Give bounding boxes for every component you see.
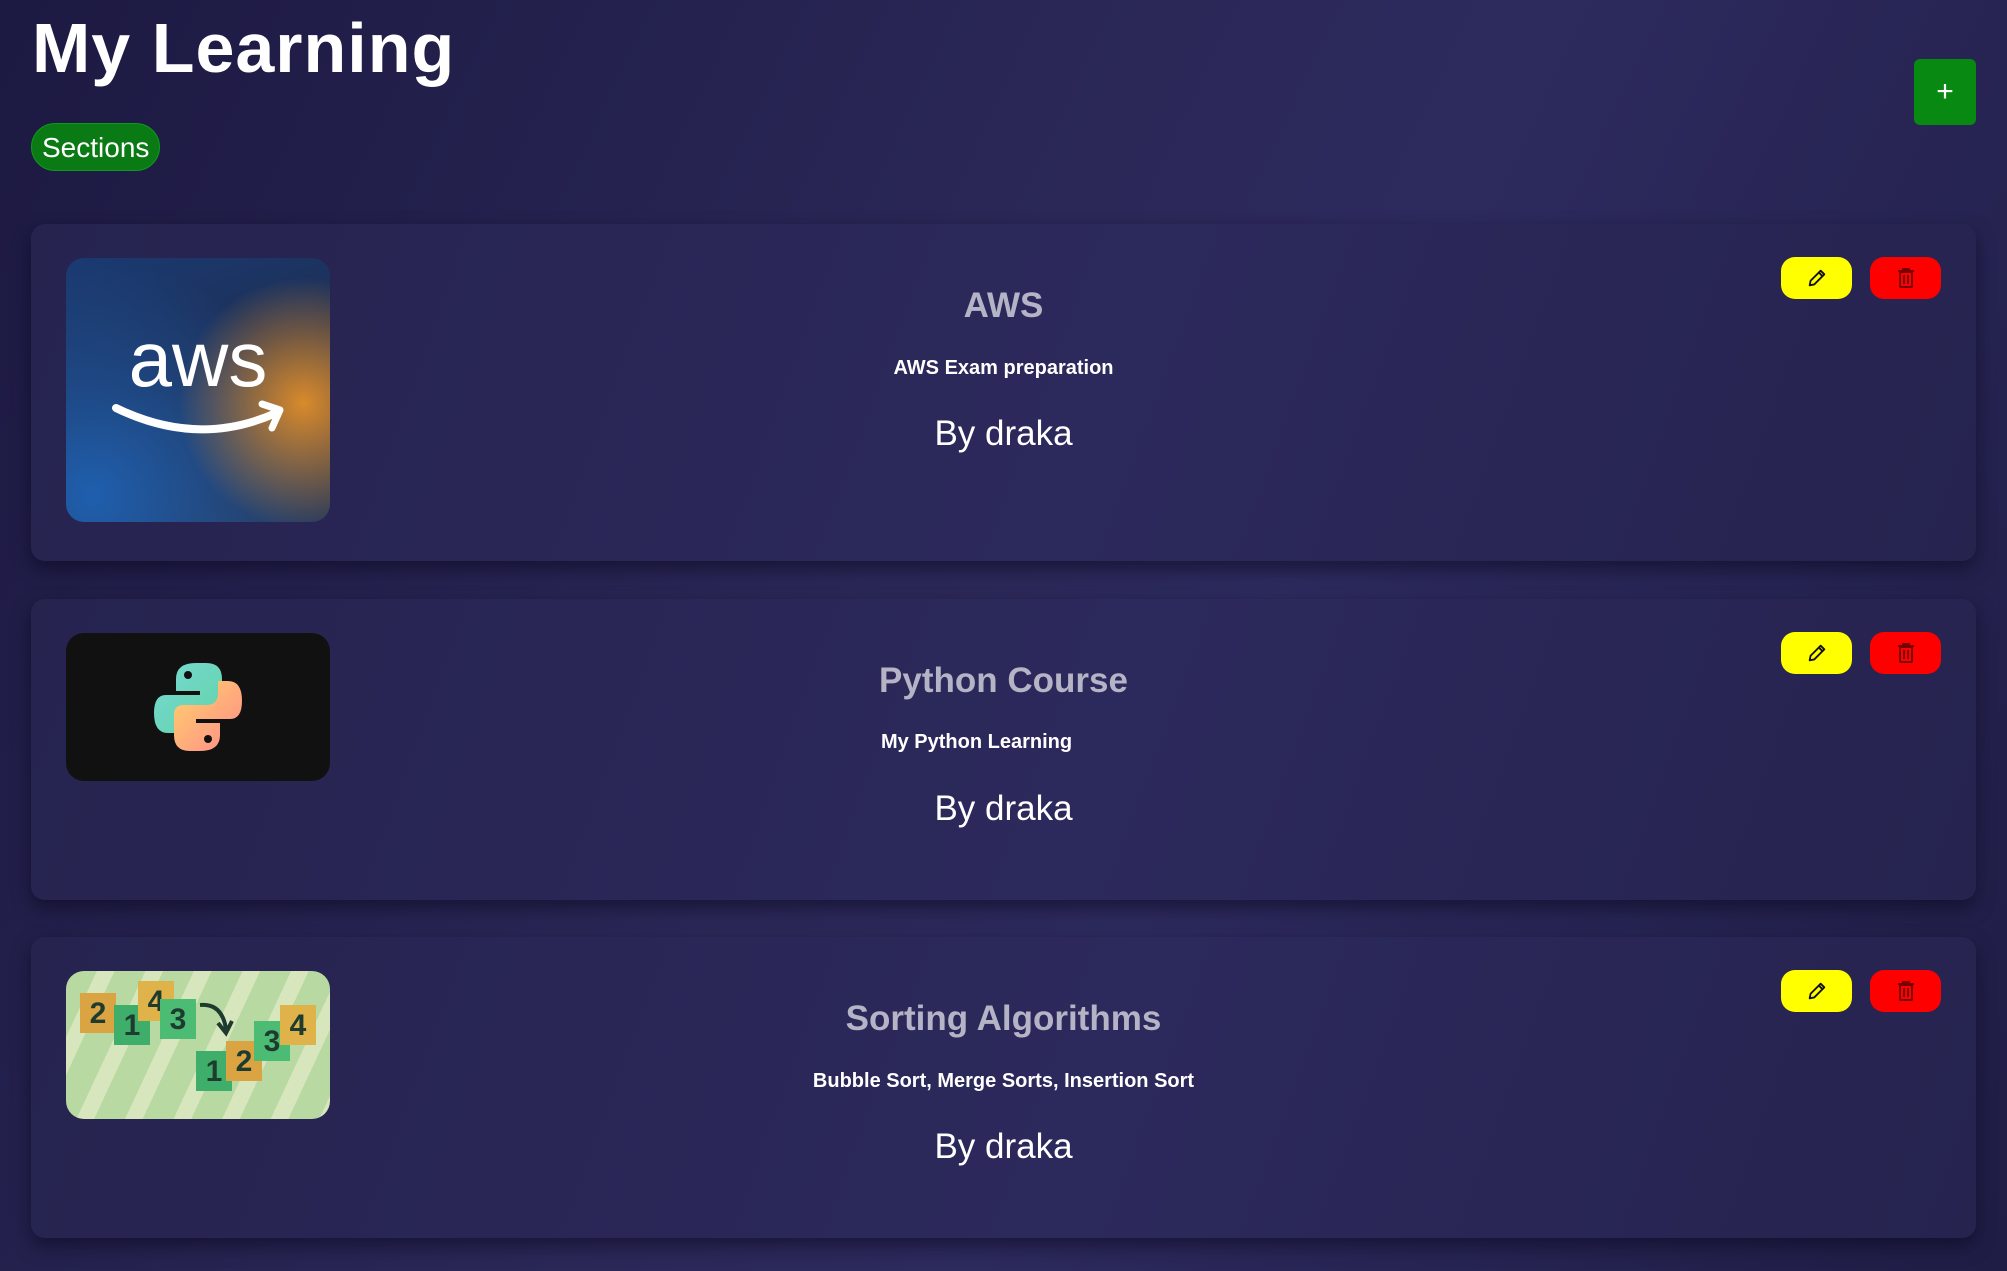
edit-button[interactable]	[1781, 257, 1852, 299]
course-thumbnail: 2 1 4 3 1 2 3 4	[66, 971, 330, 1119]
trash-icon	[1897, 981, 1914, 1001]
sections-button[interactable]: Sections	[31, 123, 161, 171]
edit-button[interactable]	[1781, 970, 1852, 1012]
delete-button[interactable]	[1870, 632, 1941, 674]
trash-icon	[1897, 643, 1914, 663]
trash-icon	[1897, 268, 1914, 288]
pencil-icon	[1808, 269, 1825, 287]
delete-button[interactable]	[1870, 257, 1941, 299]
course-title: AWS	[963, 286, 1044, 325]
course-description: Bubble Sort, Merge Sorts, Insertion Sort	[812, 1070, 1195, 1092]
python-logo-icon	[154, 663, 242, 751]
course-card-python[interactable]: Python Course My Python Learning By drak…	[31, 599, 1976, 900]
sorting-blocks-icon: 2 1 4 3 1 2 3 4	[80, 981, 316, 1091]
edit-button[interactable]	[1781, 632, 1852, 674]
course-title: Sorting Algorithms	[845, 999, 1162, 1038]
course-author: By draka	[934, 1127, 1073, 1166]
course-description: AWS Exam preparation	[893, 357, 1114, 379]
pencil-icon	[1808, 982, 1825, 1000]
add-course-button[interactable]: +	[1914, 59, 1976, 125]
course-description: My Python Learning	[880, 731, 1073, 753]
pencil-icon	[1808, 644, 1825, 662]
course-author: By draka	[934, 414, 1073, 453]
course-thumbnail	[66, 633, 330, 781]
course-card-sorting[interactable]: 2 1 4 3 1 2 3 4 Sorting Algorithms Bubbl…	[31, 937, 1976, 1238]
delete-button[interactable]	[1870, 970, 1941, 1012]
course-card-aws[interactable]: aws AWS AWS Exam preparation By draka	[31, 224, 1976, 561]
page-title: My Learning	[32, 9, 456, 87]
plus-icon: +	[1936, 75, 1954, 108]
course-author: By draka	[934, 789, 1073, 828]
course-title: Python Course	[879, 661, 1128, 700]
